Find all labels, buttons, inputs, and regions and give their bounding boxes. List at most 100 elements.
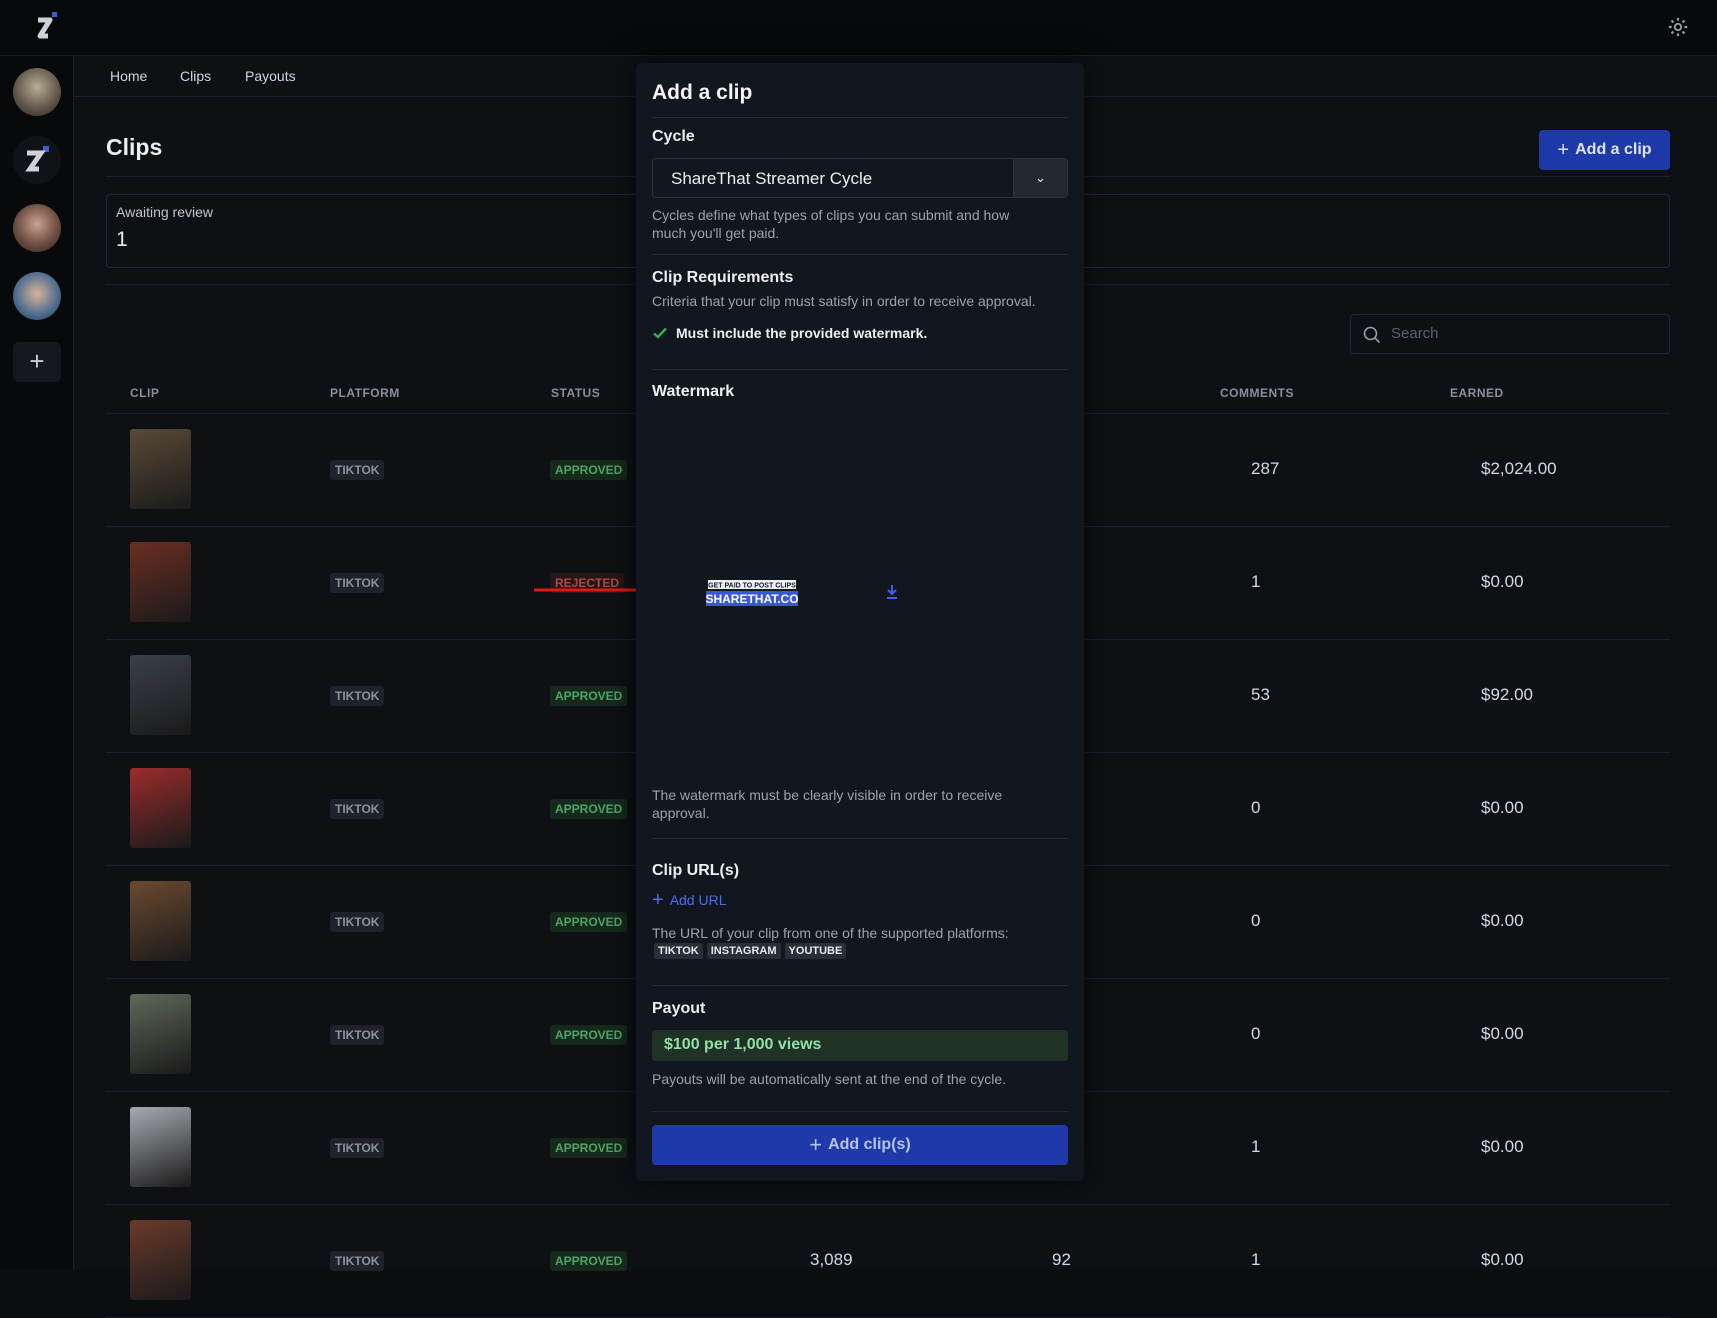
requirement-item: Must include the provided watermark. <box>652 325 927 341</box>
earned-cell: $0.00 <box>1481 572 1524 591</box>
stat-label: Awaiting review <box>116 204 214 220</box>
comments-cell: 1 <box>1251 1137 1261 1156</box>
status-badge: APPROVED <box>550 799 628 819</box>
col-header-status[interactable]: STATUS <box>551 386 600 400</box>
chevron-down-icon[interactable]: ⌄ <box>1013 159 1067 197</box>
platform-badge: TIKTOK <box>330 460 385 480</box>
watermark-help: The watermark must be clearly visible in… <box>652 787 1003 821</box>
status-badge: APPROVED <box>550 1251 628 1271</box>
col-header-platform[interactable]: PLATFORM <box>330 386 400 400</box>
clip-thumbnail[interactable] <box>130 768 191 848</box>
clip-thumbnail[interactable] <box>130 994 191 1074</box>
platform-badge: TIKTOK <box>330 686 385 706</box>
comments-cell: 0 <box>1251 1024 1261 1043</box>
status-badge: APPROVED <box>550 912 628 932</box>
comments-cell: 1 <box>1251 572 1261 591</box>
status-badge: APPROVED <box>550 686 628 706</box>
comments-cell: 53 <box>1251 685 1270 704</box>
clip-thumbnail[interactable] <box>130 881 191 961</box>
earned-cell: $0.00 <box>1481 1024 1524 1043</box>
earned-cell: $2,024.00 <box>1481 459 1557 478</box>
plus-icon: + <box>809 1132 823 1157</box>
earned-cell: $92.00 <box>1481 685 1533 704</box>
platform-badge: TIKTOK <box>330 799 385 819</box>
requirements-heading: Clip Requirements <box>652 269 794 286</box>
clip-thumbnail[interactable] <box>130 429 191 509</box>
plus-icon: + <box>652 889 664 911</box>
col-header-clip[interactable]: CLIP <box>130 386 159 400</box>
requirement-text: Must include the provided watermark. <box>676 325 928 341</box>
clip-thumbnail[interactable] <box>130 655 191 735</box>
clip-thumbnail[interactable] <box>130 1107 191 1187</box>
url-help: The URL of your clip from one of the sup… <box>652 925 1009 941</box>
add-clip-button[interactable]: + Add a clip <box>1539 130 1670 170</box>
gear-icon[interactable] <box>1667 16 1689 38</box>
earned-cell: $0.00 <box>1481 798 1524 817</box>
payout-rate: $100 per 1,000 views <box>664 1036 822 1053</box>
requirements-help: Criteria that your clip must satisfy in … <box>652 293 1036 309</box>
cycle-heading: Cycle <box>652 128 695 145</box>
page-title: Clips <box>106 134 163 160</box>
avatar[interactable] <box>13 204 61 252</box>
comments-cell: 0 <box>1251 798 1261 817</box>
watermark-line1: GET PAID TO POST CLIPS <box>708 583 796 590</box>
platform-badge: TIKTOK <box>330 573 385 593</box>
status-badge: APPROVED <box>550 1138 628 1158</box>
submit-label: Add clip(s) <box>828 1136 911 1153</box>
avatar[interactable] <box>13 68 61 116</box>
add-clip-modal: Add a clip Cycle ShareThat Streamer Cycl… <box>636 63 1084 1181</box>
check-icon <box>653 327 667 339</box>
platform-tag: TIKTOK <box>654 943 703 959</box>
payout-heading: Payout <box>652 1000 706 1017</box>
payout-rate-box: $100 per 1,000 views <box>652 1030 1068 1061</box>
status-badge: APPROVED <box>550 460 628 480</box>
platform-badge: TIKTOK <box>330 1138 385 1158</box>
clip-thumbnail[interactable] <box>130 1220 191 1300</box>
likes-cell: 92 <box>1052 1250 1071 1269</box>
views-cell: 3,089 <box>810 1250 853 1269</box>
platform-tag: INSTAGRAM <box>706 943 781 959</box>
search-input[interactable] <box>1391 325 1661 342</box>
table-row[interactable]: TIKTOK APPROVED 3,089 92 1 $0.00 <box>106 1205 1670 1318</box>
add-clips-submit-button[interactable]: + Add clip(s) <box>652 1125 1068 1165</box>
avatar[interactable] <box>13 272 61 320</box>
divider <box>652 254 1068 255</box>
status-badge: APPROVED <box>550 1025 628 1045</box>
earned-cell: $0.00 <box>1481 911 1524 930</box>
modal-title: Add a clip <box>652 81 753 104</box>
watermark-heading: Watermark <box>652 383 735 400</box>
platform-tags: TIKTOK INSTAGRAM YOUTUBE <box>654 943 847 959</box>
comments-cell: 1 <box>1251 1250 1261 1269</box>
add-url-button[interactable]: + Add URL <box>652 889 727 911</box>
clip-thumbnail[interactable] <box>130 542 191 622</box>
divider <box>652 369 1068 370</box>
clip-urls-heading: Clip URL(s) <box>652 862 740 879</box>
add-server-button[interactable]: + <box>13 342 61 382</box>
platform-badge: TIKTOK <box>330 1025 385 1045</box>
nav-clips[interactable]: Clips <box>180 68 211 84</box>
comments-cell: 287 <box>1251 459 1280 478</box>
divider <box>652 117 1068 118</box>
divider <box>652 985 1068 986</box>
platform-badge: TIKTOK <box>330 1251 385 1271</box>
stat-value: 1 <box>116 228 128 251</box>
nav-home[interactable]: Home <box>110 68 147 84</box>
col-header-comments[interactable]: COMMENTS <box>1220 386 1294 400</box>
nav-payouts[interactable]: Payouts <box>245 68 296 84</box>
cycle-help: Cycles define what types of clips you ca… <box>652 207 1010 241</box>
col-header-earned[interactable]: EARNED <box>1450 386 1504 400</box>
search-box[interactable] <box>1350 314 1670 354</box>
app-logo-icon[interactable] <box>32 12 62 42</box>
cycle-select-value: ShareThat Streamer Cycle <box>671 169 873 188</box>
top-bar <box>0 0 1717 56</box>
download-icon[interactable] <box>885 584 899 600</box>
add-url-label: Add URL <box>669 892 727 908</box>
earned-cell: $0.00 <box>1481 1250 1524 1269</box>
comments-cell: 0 <box>1251 911 1261 930</box>
platform-tag: YOUTUBE <box>784 943 847 959</box>
divider <box>652 838 1068 839</box>
cycle-select[interactable]: ShareThat Streamer Cycle ⌄ <box>652 158 1068 198</box>
app-logo-icon[interactable] <box>13 136 61 184</box>
payout-help: Payouts will be automatically sent at th… <box>652 1071 1007 1087</box>
watermark-image: GET PAID TO POST CLIPS SHARETHAT.CO <box>705 579 799 607</box>
